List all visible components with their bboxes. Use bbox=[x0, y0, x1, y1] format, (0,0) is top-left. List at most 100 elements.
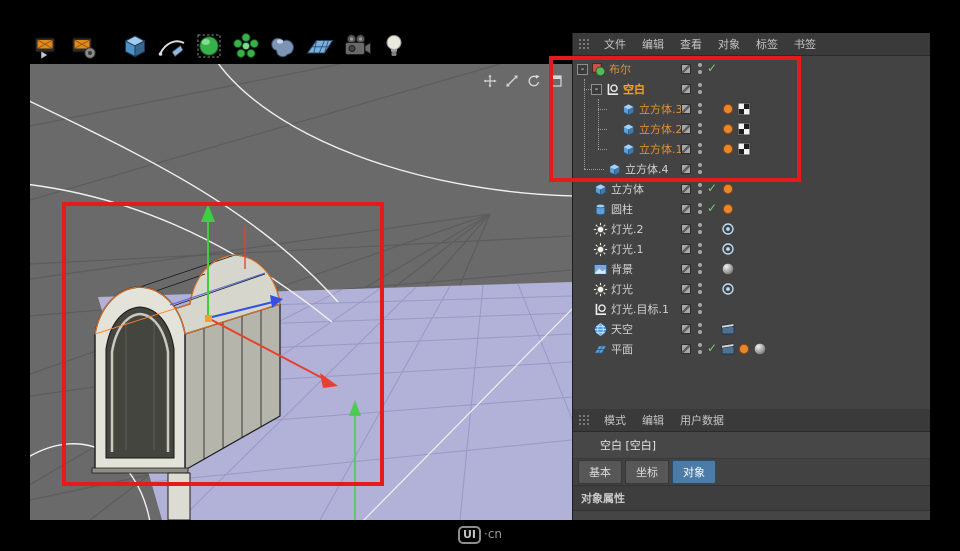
object-row-boole[interactable]: - 布尔 ✓ bbox=[573, 59, 930, 79]
object-row-cube[interactable]: 立方体 ✓ bbox=[573, 179, 930, 199]
visibility-dots[interactable] bbox=[698, 183, 702, 194]
dot-tag[interactable] bbox=[721, 142, 735, 156]
visibility-dots[interactable] bbox=[698, 303, 702, 314]
object-row-background[interactable]: 背景 bbox=[573, 259, 930, 279]
film-tag[interactable] bbox=[721, 322, 735, 336]
visibility-dots[interactable] bbox=[698, 343, 702, 354]
layer-square[interactable] bbox=[681, 184, 691, 194]
dot-tag[interactable] bbox=[721, 122, 735, 136]
light-tool-icon[interactable] bbox=[377, 30, 411, 62]
attr-menu-edit[interactable]: 编辑 bbox=[634, 412, 672, 428]
rotate-view-icon[interactable] bbox=[526, 73, 542, 89]
dot-tag[interactable] bbox=[721, 102, 735, 116]
enabled-check[interactable]: ✓ bbox=[707, 61, 717, 75]
panel-grip-icon[interactable] bbox=[578, 38, 590, 50]
attr-menu-user-data[interactable]: 用户数据 bbox=[672, 412, 732, 428]
cube-tool-icon[interactable] bbox=[118, 30, 152, 62]
object-row-cube-3[interactable]: 立方体.3 bbox=[573, 99, 930, 119]
visibility-dots[interactable] bbox=[698, 323, 702, 334]
layer-square[interactable] bbox=[681, 284, 691, 294]
target-tag[interactable] bbox=[721, 282, 735, 296]
pan-view-icon[interactable] bbox=[482, 73, 498, 89]
om-menu-bookmarks[interactable]: 书签 bbox=[786, 36, 824, 52]
checker-tag[interactable] bbox=[737, 122, 751, 136]
layer-square[interactable] bbox=[681, 224, 691, 234]
sphere-tag[interactable] bbox=[721, 262, 735, 276]
om-menu-tags[interactable]: 标签 bbox=[748, 36, 786, 52]
visibility-dots[interactable] bbox=[698, 283, 702, 294]
object-row-light[interactable]: 灯光 bbox=[573, 279, 930, 299]
visibility-dots[interactable] bbox=[698, 263, 702, 274]
zoom-view-icon[interactable] bbox=[504, 73, 520, 89]
film-tag[interactable] bbox=[721, 342, 735, 356]
tab-coordinates[interactable]: 坐标 bbox=[625, 460, 669, 484]
viewport[interactable] bbox=[30, 64, 572, 520]
dot-tag[interactable] bbox=[737, 342, 751, 356]
metaball-tool-icon[interactable] bbox=[266, 30, 300, 62]
tab-basic[interactable]: 基本 bbox=[578, 460, 622, 484]
target-tag[interactable] bbox=[721, 222, 735, 236]
layer-square[interactable] bbox=[681, 124, 691, 134]
object-row-cylinder[interactable]: 圆柱 ✓ bbox=[573, 199, 930, 219]
object-row-cube-1[interactable]: 立方体.1 bbox=[573, 139, 930, 159]
layer-square[interactable] bbox=[681, 344, 691, 354]
visibility-dots[interactable] bbox=[698, 103, 702, 114]
enabled-check[interactable]: ✓ bbox=[707, 201, 717, 215]
panel-grip-icon[interactable] bbox=[578, 414, 590, 426]
object-row-sky[interactable]: 天空 bbox=[573, 319, 930, 339]
attr-menu-mode[interactable]: 模式 bbox=[596, 412, 634, 428]
expander-boole[interactable]: - bbox=[577, 63, 588, 75]
visibility-dots[interactable] bbox=[698, 63, 702, 74]
object-row-light-target-1[interactable]: 灯光.目标.1 bbox=[573, 299, 930, 319]
camera-tool-icon[interactable] bbox=[340, 30, 374, 62]
pen-tool-icon[interactable] bbox=[155, 30, 189, 62]
visibility-dots[interactable] bbox=[698, 143, 702, 154]
object-label: 布尔 bbox=[609, 63, 631, 76]
object-row-null[interactable]: - 空白 bbox=[573, 79, 930, 99]
visibility-dots[interactable] bbox=[698, 123, 702, 134]
object-row-light-1[interactable]: 灯光.1 bbox=[573, 239, 930, 259]
subdivision-surface-icon[interactable] bbox=[192, 30, 226, 62]
layer-square[interactable] bbox=[681, 324, 691, 334]
om-menu-view[interactable]: 查看 bbox=[672, 36, 710, 52]
checker-tag[interactable] bbox=[737, 102, 751, 116]
render-settings-icon[interactable] bbox=[67, 30, 101, 62]
array-tool-icon[interactable] bbox=[229, 30, 263, 62]
object-label: 立方体.2 bbox=[639, 123, 683, 136]
layer-square[interactable] bbox=[681, 84, 691, 94]
object-row-cube-4[interactable]: 立方体.4 bbox=[573, 159, 930, 179]
object-row-plane[interactable]: 平面 ✓ bbox=[573, 339, 930, 359]
floor-tool-icon[interactable] bbox=[303, 30, 337, 62]
layer-square[interactable] bbox=[681, 304, 691, 314]
object-row-cube-2[interactable]: 立方体.2 bbox=[573, 119, 930, 139]
expander-null[interactable]: - bbox=[591, 83, 602, 95]
enabled-check[interactable]: ✓ bbox=[707, 181, 717, 195]
visibility-dots[interactable] bbox=[698, 83, 702, 94]
tag-list bbox=[721, 202, 735, 216]
dot-tag[interactable] bbox=[721, 182, 735, 196]
visibility-dots[interactable] bbox=[698, 223, 702, 234]
object-row-light-2[interactable]: 灯光.2 bbox=[573, 219, 930, 239]
om-menu-edit[interactable]: 编辑 bbox=[634, 36, 672, 52]
dot-tag[interactable] bbox=[721, 202, 735, 216]
layer-square[interactable] bbox=[681, 164, 691, 174]
render-view-icon[interactable] bbox=[30, 30, 64, 62]
om-menu-file[interactable]: 文件 bbox=[596, 36, 634, 52]
visibility-dots[interactable] bbox=[698, 203, 702, 214]
om-menu-objects[interactable]: 对象 bbox=[710, 36, 748, 52]
layer-square[interactable] bbox=[681, 204, 691, 214]
layer-square[interactable] bbox=[681, 144, 691, 154]
enabled-check[interactable]: ✓ bbox=[707, 341, 717, 355]
visibility-dots[interactable] bbox=[698, 163, 702, 174]
checker-tag[interactable] bbox=[737, 142, 751, 156]
tab-object[interactable]: 对象 bbox=[672, 460, 716, 484]
layer-square[interactable] bbox=[681, 64, 691, 74]
layer-square[interactable] bbox=[681, 244, 691, 254]
maximize-view-icon[interactable] bbox=[548, 73, 564, 89]
visibility-dots[interactable] bbox=[698, 243, 702, 254]
sphere-tag[interactable] bbox=[753, 342, 767, 356]
layer-square[interactable] bbox=[681, 264, 691, 274]
target-tag[interactable] bbox=[721, 242, 735, 256]
layer-square[interactable] bbox=[681, 104, 691, 114]
